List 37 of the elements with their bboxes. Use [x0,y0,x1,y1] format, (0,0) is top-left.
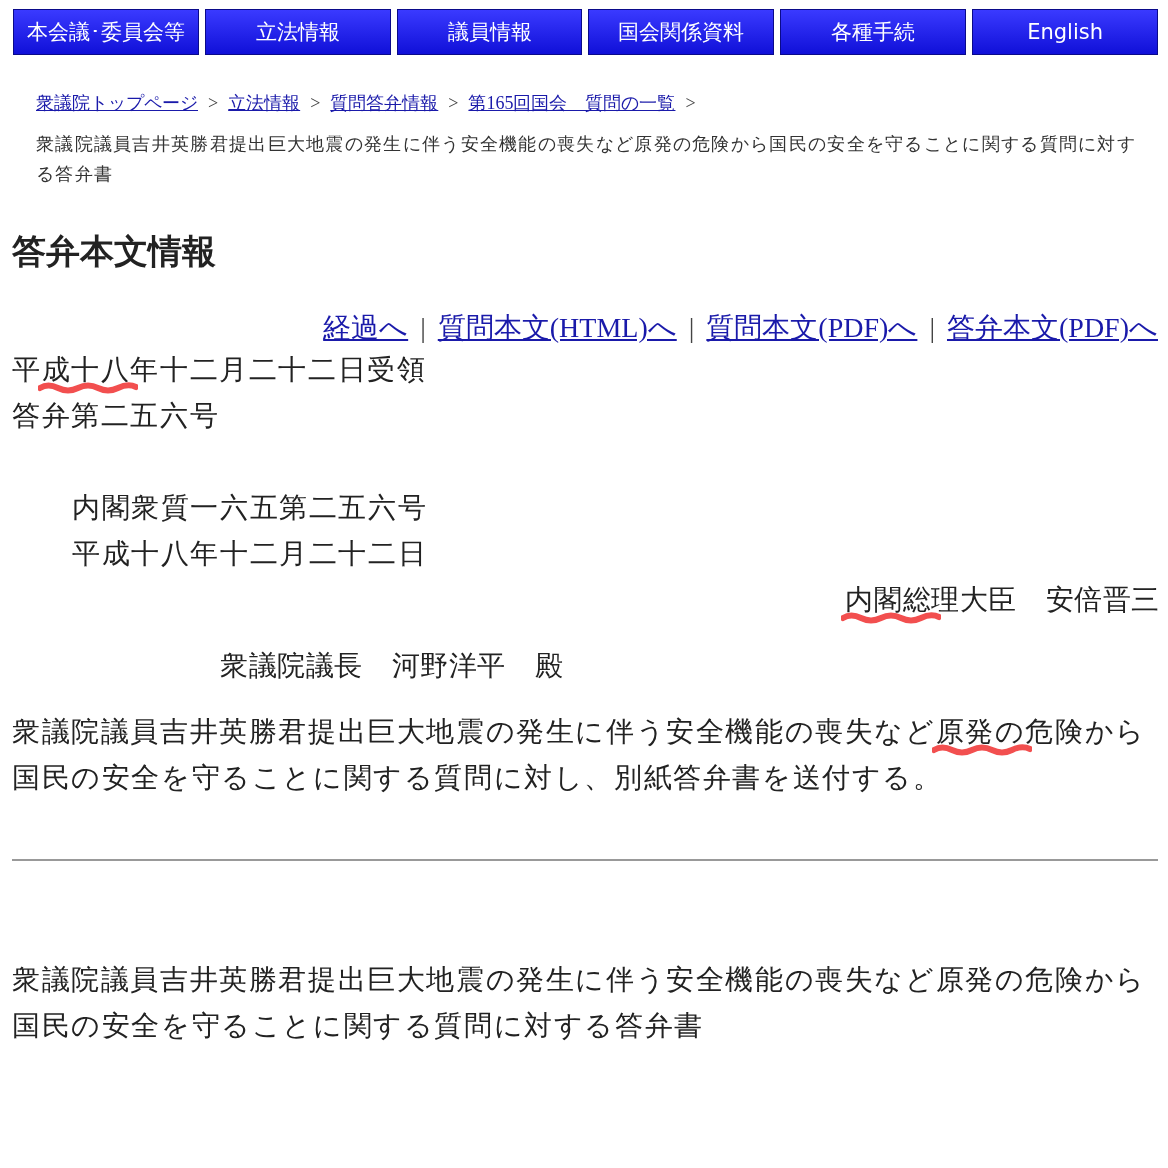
document-text: 内閣衆質一六五第二五六号 [72,492,428,523]
document-link[interactable]: 質問本文(PDF)へ [706,309,918,347]
page-heading: 答弁本文情報 [12,232,217,272]
nav-button[interactable]: 国会関係資料 [588,9,775,55]
nav-button[interactable]: 各種手続 [780,9,967,55]
breadcrumb-separator: > [685,92,696,114]
breadcrumb-link[interactable]: 衆議院トップページ [36,91,198,115]
nav-button[interactable]: 本会議･委員会等 [13,9,199,55]
document-text: 成十八年 [41,354,160,385]
breadcrumb-separator: > [208,92,219,114]
document-text: 平成十八年十二月二十二日 [72,538,428,569]
document-text: 答弁第二五六号 [12,400,220,431]
link-separator: | [688,312,695,344]
document-link[interactable]: 答弁本文(PDF)へ [947,309,1158,347]
breadcrumb-link[interactable]: 第165回国会 質問の一覧 [468,91,676,115]
nav-button[interactable]: 議員情報 [396,9,583,55]
answer-title: 国民の安全を守ることに関する質問に対する答弁書 [11,1009,705,1043]
breadcrumb-separator: > [448,92,459,114]
nav-button[interactable]: 立法情報 [204,9,391,55]
document-text: 原発の [935,716,1026,747]
document-link[interactable]: 質問本文(HTML)へ [437,309,677,347]
document-text: 内閣総理大臣 安倍晋三 [845,584,1160,615]
breadcrumb-link[interactable]: 立法情報 [228,91,301,115]
breadcrumb-current: 衆議院議員吉井英勝君提出巨大地震の発生に伴う安全機能の喪失など原発の危険から国民の安全を守ることに関する質問に対する答弁書 [36,133,1138,186]
document-text: 衆議院議長 河野洋平 殿 [220,650,564,681]
link-separator: | [929,312,935,344]
document-text: 十二月二十二日受領 [160,354,427,385]
document-text: 国民の安全を守ることに関する質問に対し、別紙答弁書を送付する。 [12,762,943,793]
nav-button[interactable]: English [972,9,1158,55]
link-separator: | [420,312,426,344]
document-text: 危険から [1025,716,1146,747]
answer-title: 衆議院議員吉井英勝君提出巨大地震の発生に伴う安全機能の喪失など原発の危険から [11,963,1147,997]
document-text: 平 [12,354,42,385]
breadcrumb-separator: > [310,92,321,114]
breadcrumb-link[interactable]: 質問答弁情報 [330,91,439,115]
document-text: 衆議院議員吉井英勝君提出巨大地震の発生に伴う安全機能の喪失など [12,716,936,747]
document-link[interactable]: 経過へ [323,309,409,347]
